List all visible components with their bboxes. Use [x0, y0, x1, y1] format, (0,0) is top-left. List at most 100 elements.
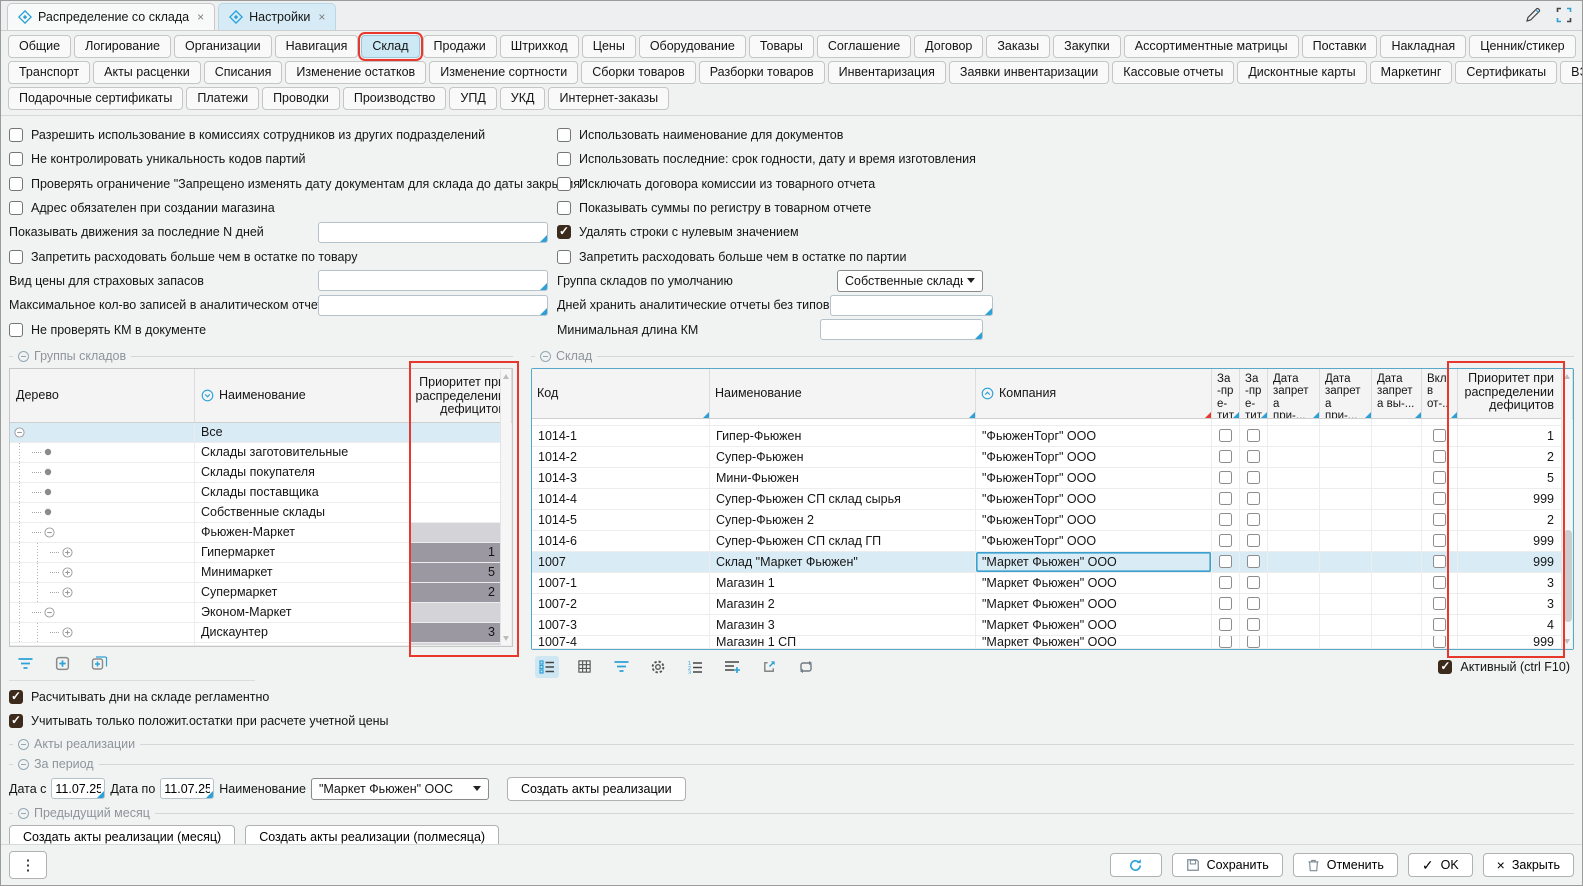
checkbox[interactable] — [9, 690, 23, 704]
priority-cell[interactable]: 4 — [1458, 615, 1573, 635]
table-row[interactable]: Склады покупателя — [10, 463, 512, 483]
text-input[interactable] — [319, 223, 547, 242]
priority-cell[interactable]: 2 — [1458, 510, 1573, 530]
tab-close-icon[interactable]: × — [318, 10, 325, 24]
table-row[interactable]: Минимаркет5 — [10, 563, 512, 583]
checkbox[interactable] — [1433, 555, 1446, 568]
column-header[interactable]: Дата запрета при-... — [1268, 369, 1320, 418]
ribbon-tab[interactable]: Изменение остатков — [285, 61, 426, 84]
scrollbar-thumb[interactable] — [1564, 530, 1572, 622]
gear-icon[interactable] — [646, 656, 670, 678]
add-row-icon[interactable] — [720, 656, 744, 678]
checkbox[interactable] — [557, 152, 571, 166]
checkbox[interactable] — [1247, 597, 1260, 610]
checkbox[interactable] — [9, 128, 23, 142]
table-row[interactable]: 1007Склад "Маркет Фьюжен""Маркет Фьюжен"… — [532, 552, 1573, 573]
checkbox[interactable] — [1219, 597, 1232, 610]
checkbox[interactable] — [1247, 492, 1260, 505]
priority-cell[interactable] — [411, 603, 512, 622]
column-header[interactable]: Код — [532, 369, 710, 418]
table-row[interactable]: Дискаунтер3 — [10, 623, 512, 643]
checkbox[interactable] — [1219, 429, 1232, 442]
ribbon-tab[interactable]: Договор — [914, 35, 983, 58]
collapse-icon[interactable] — [18, 739, 29, 750]
ribbon-tab[interactable]: Сертификаты — [1455, 61, 1557, 84]
checkbox[interactable] — [1219, 534, 1232, 547]
table-row[interactable]: Фьюжен-Маркет — [10, 523, 512, 543]
checkbox[interactable] — [1219, 555, 1232, 568]
checkbox[interactable] — [557, 128, 571, 142]
table-row[interactable]: 1007-2Магазин 2"Маркет Фьюжен" ООО3 — [532, 594, 1573, 615]
active-checkbox[interactable] — [1438, 660, 1452, 674]
checkbox[interactable] — [1219, 471, 1232, 484]
export-icon[interactable] — [757, 656, 781, 678]
table-row[interactable]: Супермаркет2 — [10, 583, 512, 603]
priority-cell[interactable]: 1 — [1458, 426, 1573, 446]
collapse-icon[interactable] — [18, 759, 29, 770]
checkbox[interactable] — [1219, 576, 1232, 589]
collapse-icon[interactable] — [18, 351, 29, 362]
text-input[interactable] — [831, 296, 992, 315]
add-multiple-icon[interactable] — [87, 653, 111, 675]
ribbon-tab[interactable]: Поставки — [1302, 35, 1378, 58]
checkbox[interactable] — [1433, 513, 1446, 526]
collapse-icon[interactable] — [18, 808, 29, 819]
text-input[interactable] — [319, 296, 547, 315]
ribbon-tab[interactable]: Склад — [361, 35, 419, 58]
checkbox[interactable] — [1433, 597, 1446, 610]
checkbox[interactable] — [1433, 636, 1446, 648]
checkbox[interactable] — [1247, 555, 1260, 568]
text-input[interactable] — [821, 320, 982, 339]
table-row[interactable]: Собственные склады — [10, 503, 512, 523]
priority-cell[interactable]: 999 — [1458, 552, 1573, 572]
priority-cell[interactable]: 3 — [1458, 594, 1573, 614]
filter-icon[interactable] — [13, 653, 37, 675]
checkbox[interactable] — [1433, 429, 1446, 442]
add-icon[interactable] — [50, 653, 74, 675]
list-view-icon[interactable] — [535, 656, 559, 678]
numbered-list-icon[interactable]: 123 — [683, 656, 707, 678]
ribbon-tab[interactable]: Списания — [204, 61, 283, 84]
tree-toggle-icon[interactable] — [62, 587, 73, 598]
ribbon-tab[interactable]: Закупки — [1053, 35, 1121, 58]
ribbon-tab[interactable]: Интернет-заказы — [548, 87, 669, 110]
tree-toggle-icon[interactable] — [44, 607, 55, 618]
priority-cell[interactable]: 999 — [1458, 636, 1573, 648]
checkbox[interactable] — [1433, 576, 1446, 589]
checkbox[interactable] — [9, 177, 23, 191]
tree-toggle-icon[interactable] — [62, 547, 73, 558]
ribbon-tab[interactable]: Штрихкод — [500, 35, 579, 58]
tree-toggle-icon[interactable] — [62, 567, 73, 578]
priority-cell[interactable]: 1 — [411, 543, 512, 562]
scrollbar[interactable] — [1561, 370, 1572, 648]
table-row[interactable]: 1014-3Мини-Фьюжен"ФьюженТорг" ООО5 — [532, 468, 1573, 489]
table-row[interactable]: Гипермаркет1 — [10, 543, 512, 563]
checkbox[interactable] — [1247, 471, 1260, 484]
tree-toggle-icon[interactable] — [14, 427, 25, 438]
priority-cell[interactable]: 999 — [1458, 489, 1573, 509]
checkbox[interactable] — [9, 714, 23, 728]
priority-cell[interactable]: 3 — [1458, 573, 1573, 593]
table-row[interactable]: 1014-2Супер-Фьюжен"ФьюженТорг" ООО2 — [532, 447, 1573, 468]
priority-cell[interactable] — [411, 503, 512, 522]
scrollbar[interactable] — [500, 370, 511, 645]
ribbon-tab[interactable]: Товары — [749, 35, 814, 58]
column-header[interactable]: Наименование — [195, 369, 411, 422]
checkbox[interactable] — [1247, 618, 1260, 631]
checkbox[interactable] — [1433, 492, 1446, 505]
column-header[interactable]: Дерево — [10, 369, 195, 422]
checkbox[interactable] — [1219, 513, 1232, 526]
fullscreen-icon[interactable] — [1556, 7, 1572, 23]
repeat-icon[interactable] — [794, 656, 818, 678]
checkbox[interactable] — [1247, 576, 1260, 589]
table-row[interactable]: 1007-4Магазин 1 СП"Маркет Фьюжен" ООО999 — [532, 636, 1573, 649]
ribbon-tab[interactable]: Дисконтные карты — [1237, 61, 1366, 84]
table-row[interactable]: Эконом-Маркет — [10, 603, 512, 623]
doc-tab-settings[interactable]: Настройки × — [218, 3, 336, 30]
priority-cell[interactable]: 2 — [1458, 447, 1573, 467]
checkbox[interactable] — [557, 225, 571, 239]
checkbox[interactable] — [557, 177, 571, 191]
ribbon-tab[interactable]: Изменение сортности — [429, 61, 578, 84]
checkbox[interactable] — [1219, 636, 1232, 648]
ribbon-tab[interactable]: Подарочные сертификаты — [8, 87, 183, 110]
